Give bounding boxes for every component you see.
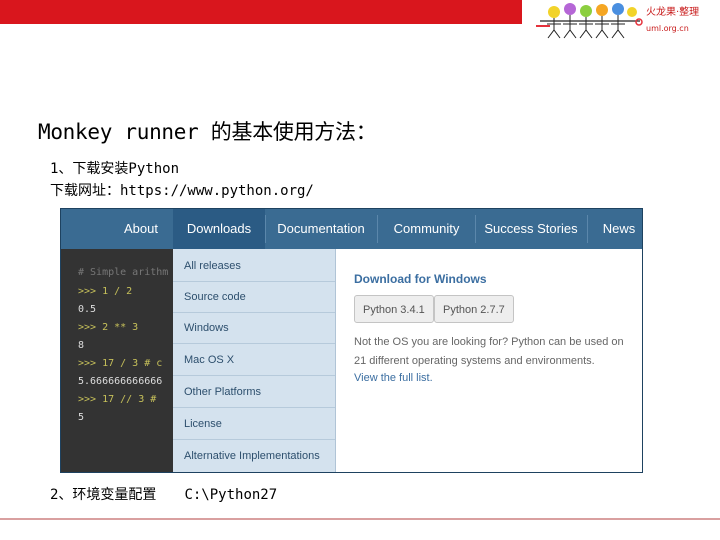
python-org-screenshot: About Downloads Documentation Community … (60, 208, 643, 473)
logo: 火龙果·整理 uml.org.cn (522, 0, 720, 47)
nav-about[interactable]: About (101, 209, 181, 249)
nav-news[interactable]: News (588, 209, 642, 249)
panel-title: Download for Windows (354, 272, 487, 286)
nav-documentation[interactable]: Documentation (266, 209, 376, 249)
bottom-divider (0, 518, 720, 520)
code-line: >>> 2 ** 3 (78, 322, 139, 333)
python-nav-bar: About Downloads Documentation Community … (61, 209, 642, 249)
code-line: >>> 1 / 2 (78, 286, 133, 297)
menu-item-windows[interactable]: Windows (173, 313, 335, 344)
code-line: 8 (78, 340, 85, 351)
nav-community[interactable]: Community (378, 209, 475, 249)
code-line: 5 (78, 412, 85, 423)
panel-description: Not the OS you are looking for? Python c… (354, 336, 624, 367)
downloads-dropdown-menu: All releases Source code Windows Mac OS … (173, 249, 336, 472)
menu-item-alternative-implementations[interactable]: Alternative Implementations (173, 441, 335, 472)
code-line: 5.666666666666 (78, 376, 163, 387)
step-2-text: 2、环境变量配置 C:\Python27 (50, 484, 277, 504)
menu-item-license[interactable]: License (173, 409, 335, 440)
logo-figures-icon (536, 3, 643, 39)
menu-item-source-code[interactable]: Source code (173, 282, 335, 313)
logo-name: 火龙果·整理 (646, 7, 700, 18)
code-line: >>> 17 / 3 # c (78, 358, 163, 369)
download-panel: Download for Windows Python 3.4.1 Python… (336, 249, 642, 472)
nav-success-stories[interactable]: Success Stories (476, 209, 586, 249)
python-3-4-1-button[interactable]: Python 3.4.1 (354, 295, 434, 323)
python-2-7-7-button[interactable]: Python 2.7.7 (434, 295, 514, 323)
menu-item-mac-os-x[interactable]: Mac OS X (173, 345, 335, 376)
nav-downloads[interactable]: Downloads (173, 209, 265, 249)
menu-item-other-platforms[interactable]: Other Platforms (173, 377, 335, 408)
code-sample: # Simple arithm >>> 1 / 2 0.5 >>> 2 ** 3… (61, 249, 173, 472)
python-path: C:\Python27 (184, 487, 278, 503)
download-url-text: 下载网址：https://www.python.org/ (50, 183, 314, 199)
slide-title: Monkey runner 的基本使用方法： (38, 120, 377, 144)
step-1-text: 1、下载安装Python (50, 161, 180, 177)
view-full-list-link[interactable]: View the full list. (354, 372, 433, 384)
logo-domain: uml.org.cn (646, 24, 689, 33)
code-line: # Simple arithm (78, 267, 169, 278)
menu-item-all-releases[interactable]: All releases (173, 251, 335, 282)
code-line: 0.5 (78, 304, 97, 315)
code-line: >>> 17 // 3 # (78, 394, 157, 405)
step-2-label: 2、环境变量配置 (50, 487, 157, 503)
